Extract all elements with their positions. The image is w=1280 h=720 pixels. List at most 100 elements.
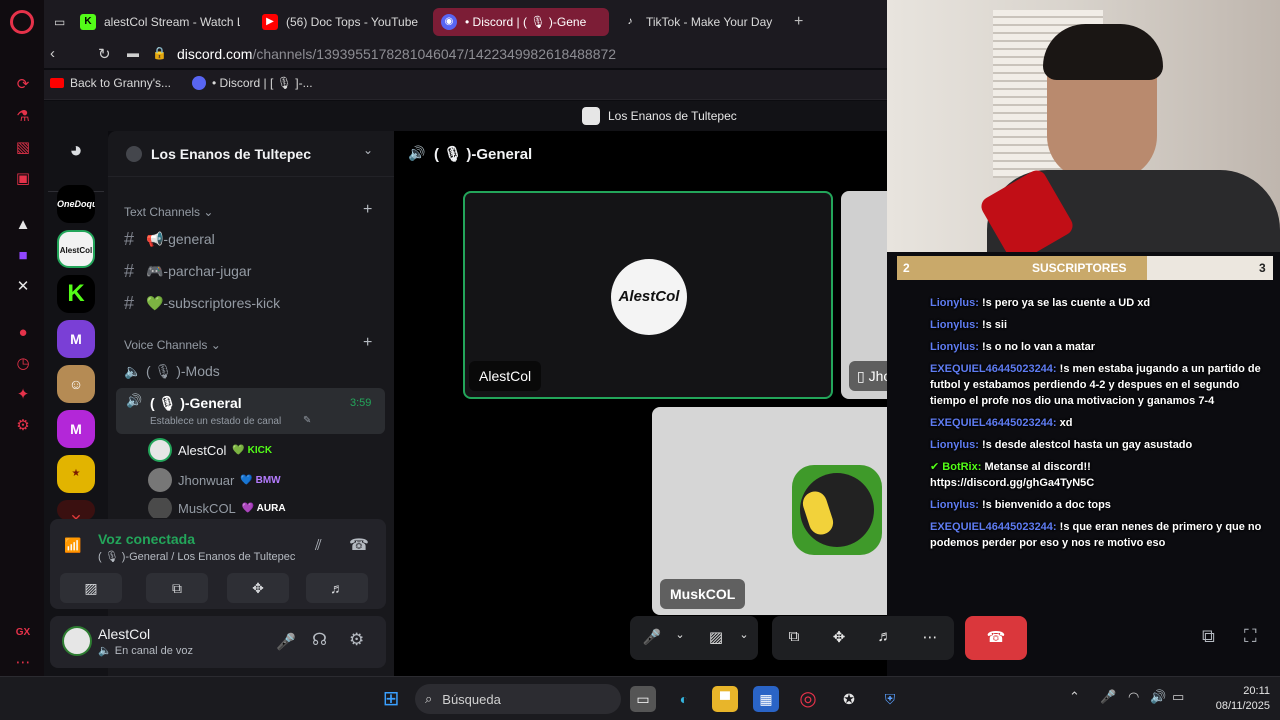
video-tile-muskcol[interactable]: MuskCOL (652, 407, 887, 615)
channel-parchar-jugar[interactable]: # 🎮-parchar-jugar (124, 257, 386, 285)
messenger-icon[interactable]: ▧ (12, 137, 34, 159)
chat-username: Lionylus: (930, 341, 979, 353)
file-explorer-icon[interactable]: ▀ (712, 686, 738, 712)
headphones-icon[interactable]: ☊ (312, 630, 327, 650)
history-icon[interactable]: ◷ (12, 353, 34, 375)
opera-logo-icon[interactable] (10, 10, 34, 34)
share-screen-icon[interactable]: ⧉ (782, 628, 806, 645)
add-text-channel-icon[interactable]: + (363, 201, 372, 219)
disconnect-icon[interactable]: ☎ (349, 535, 369, 555)
game-app-icon[interactable]: ✪ (836, 686, 862, 712)
voice-category[interactable]: Voice Channels ⌄ (124, 338, 221, 352)
twitch-icon[interactable]: ■ (12, 245, 34, 267)
video-tile-jhonwuar[interactable]: ▯ Jhonwuar (841, 191, 887, 399)
microphone-icon[interactable]: 🎤 (276, 632, 296, 652)
tab-tiktok[interactable]: ♪ TikTok - Make Your Day (622, 8, 792, 36)
settings-icon[interactable]: ⚙ (12, 415, 34, 437)
chevron-down-icon[interactable]: ⌄ (732, 628, 756, 641)
avatar[interactable] (62, 626, 92, 656)
voice-location[interactable]: ( 🎙 )-General / Los Enanos de Tultepec (98, 550, 295, 563)
voice-user-jhonwuar[interactable]: Jhonwuar 💙 BMW (148, 468, 281, 492)
voice-user-alestcol[interactable]: AlestCol 💚 KICK (148, 438, 272, 462)
tile-name: MuskCOL (670, 586, 736, 602)
server-icon-alestcol[interactable]: AlestCol (57, 230, 95, 268)
music-icon[interactable]: ▣ (12, 168, 34, 190)
share-screen-button[interactable]: ⧉ (146, 573, 208, 603)
voice-status[interactable]: Voz conectada (98, 531, 195, 547)
app-a-icon[interactable]: ▲ (12, 214, 34, 236)
activities-icon[interactable]: ✥ (827, 628, 851, 646)
new-tab-button[interactable]: + (794, 8, 810, 36)
windows-start-icon[interactable]: ⊞ (378, 686, 404, 712)
spotify-icon[interactable]: ● (12, 322, 34, 344)
discord-home-icon[interactable]: ◕ (57, 131, 95, 169)
channel-status[interactable]: Establece un estado de canal (150, 416, 281, 427)
voice-user-muskcol[interactable]: MuskCOL 💜 AURA (148, 498, 286, 518)
x-icon[interactable]: ✕ (12, 276, 34, 298)
channel-subscriptores-kick[interactable]: # 💚-subscriptores-kick (124, 289, 386, 317)
voice-channel-mods[interactable]: 🔈( 🎙 )-Mods (124, 357, 386, 385)
bookmark-label: • Discord | [ 🎙 ]-... (212, 76, 313, 90)
fullscreen-icon[interactable]: ⛶ (1244, 626, 1257, 647)
avatar (148, 468, 172, 492)
shield-app-icon[interactable]: ⛨ (877, 686, 903, 712)
microphone-tray-icon[interactable]: 🎤 (1100, 689, 1116, 705)
chevron-down-icon[interactable]: ⌄ (363, 143, 373, 157)
channel-general[interactable]: # 📢-general (124, 225, 386, 253)
tab-discord[interactable]: ◉ • Discord | ( 🎙 )-Gene (433, 8, 609, 36)
clock[interactable]: 20:11 08/11/2025 (1196, 684, 1270, 714)
text-category[interactable]: Text Channels ⌄ (124, 205, 213, 219)
server-icon-m-hex[interactable]: M (57, 410, 95, 448)
chevron-down-icon[interactable]: ⌄ (668, 628, 692, 641)
server-icon-kick[interactable]: K (57, 275, 95, 313)
gear-icon[interactable]: ⚙ (349, 630, 364, 650)
voice-channel-general[interactable]: 🔊 ( 🎙 )-General 3:59 Establece un estado… (116, 388, 385, 434)
bookmark-granny[interactable]: Back to Granny's... (50, 76, 171, 90)
chevron-up-icon[interactable]: ⌃ (1069, 689, 1080, 705)
task-view-icon[interactable]: ▭ (630, 686, 656, 712)
bookmark-discord[interactable]: • Discord | [ 🎙 ]-... (192, 76, 313, 90)
soundboard-button[interactable]: ♬ (306, 573, 368, 603)
server-header[interactable]: Los Enanos de Tultepec ⌄ (108, 131, 394, 177)
back-icon[interactable]: ‹ (50, 45, 55, 62)
microphone-icon[interactable]: 🎤 (640, 628, 664, 646)
store-icon[interactable]: ▦ (753, 686, 779, 712)
tab-kick[interactable]: K alestCol Stream - Watch L (80, 8, 240, 36)
server-icon-game[interactable]: ★ (57, 455, 95, 493)
wifi-icon[interactable]: ◠ (1128, 689, 1139, 705)
extensions-icon[interactable]: ✦ (12, 384, 34, 406)
sidebar-toggle-icon[interactable]: ▭ (54, 8, 78, 36)
volume-icon[interactable]: 🔊 (1150, 689, 1166, 705)
reload-icon[interactable]: ↻ (98, 45, 111, 63)
server-icon-character[interactable]: ☺ (57, 365, 95, 403)
server-icon-m[interactable]: M (57, 320, 95, 358)
more-icon[interactable]: ⋯ (12, 652, 34, 674)
soundboard-icon[interactable]: ♬ (873, 628, 897, 645)
edge-icon[interactable]: ◐ (671, 686, 697, 712)
more-options-icon[interactable]: ⋯ (918, 628, 942, 646)
video-tile-alestcol[interactable]: AlestCol AlestCol (463, 191, 833, 399)
signal-icon[interactable]: 📶 (64, 537, 81, 554)
logo-text: AlestCol (618, 288, 680, 305)
camera-off-icon[interactable]: ▨ (704, 628, 728, 646)
server-icon-partial[interactable]: ✕ (57, 500, 95, 520)
streamer-hair (1043, 24, 1163, 80)
opera-gx-icon[interactable]: ◎ (795, 686, 821, 712)
noise-suppression-icon[interactable]: ⫽ (315, 537, 322, 554)
server-icon-onedoque[interactable]: OneDoque (57, 185, 95, 223)
aria-icon[interactable]: ⟳ (12, 74, 34, 96)
camera-off-button[interactable]: ▨ (60, 573, 122, 603)
hang-up-button[interactable]: ☎ (965, 616, 1027, 660)
popout-icon[interactable]: ⧉ (1202, 626, 1215, 647)
lock-icon[interactable]: 🔒 (152, 46, 167, 60)
workspace-icon[interactable]: ⚗ (12, 106, 34, 128)
add-voice-channel-icon[interactable]: + (363, 334, 372, 352)
activities-button[interactable]: ✥ (227, 573, 289, 603)
username[interactable]: AlestCol (98, 626, 150, 642)
url-field[interactable]: discord.com/channels/1393955178281046047… (177, 46, 616, 62)
gx-icon[interactable]: GX (12, 622, 34, 644)
speed-dial-icon[interactable]: ▬ (127, 46, 139, 60)
battery-icon[interactable]: ▭ (1172, 689, 1184, 705)
taskbar-search[interactable]: ⌕ Búsqueda (415, 684, 621, 714)
tab-youtube[interactable]: ▶ (56) Doc Tops - YouTube (262, 8, 432, 36)
